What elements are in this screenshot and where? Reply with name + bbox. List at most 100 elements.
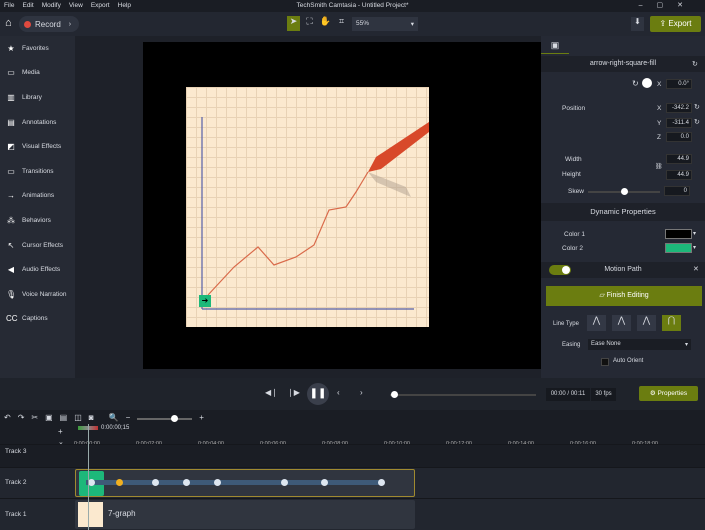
position-x-field[interactable]: -342.2 xyxy=(666,103,692,113)
step-back-icon[interactable]: ◀❘ xyxy=(265,388,278,397)
color1-swatch[interactable] xyxy=(665,229,692,239)
line-type-bezier-icon[interactable]: ⋂ xyxy=(662,315,681,331)
finish-editing-button[interactable]: ▱ Finish Editing xyxy=(546,286,702,306)
easing-label: Easing xyxy=(562,342,581,348)
step-forward-icon[interactable]: ❘▶ xyxy=(287,388,300,397)
keyframe[interactable] xyxy=(152,479,159,486)
line-type-curve-icon[interactable]: ⋀ xyxy=(612,315,631,331)
reset-icon[interactable]: ↻ xyxy=(692,60,698,68)
skew-label: Skew xyxy=(568,188,584,195)
cut-icon[interactable]: ✂ xyxy=(31,413,38,422)
skew-slider-thumb[interactable] xyxy=(621,188,628,195)
zoom-value: 55% xyxy=(356,20,370,27)
sidebar-item-audio-effects[interactable]: ◀ Audio Effects xyxy=(0,257,75,282)
keyframe[interactable] xyxy=(378,479,385,486)
skew-field[interactable]: 0 xyxy=(664,186,690,196)
pan-tool-icon[interactable]: ✋ xyxy=(319,16,332,31)
close-icon[interactable]: ✕ xyxy=(693,265,699,273)
sidebar-item-animations[interactable]: → Animations xyxy=(0,184,75,209)
edit-points-tool-icon[interactable]: ⛶ xyxy=(303,16,316,31)
sidebar-item-visual-effects[interactable]: ◩ Visual Effects xyxy=(0,134,75,159)
keyframe[interactable] xyxy=(321,479,328,486)
color2-swatch[interactable] xyxy=(665,243,692,253)
scrubber-thumb[interactable] xyxy=(391,391,398,398)
select-tool-icon[interactable]: ➤ xyxy=(287,16,300,31)
zoom-out-icon[interactable]: − xyxy=(126,413,131,422)
reset-y-icon[interactable]: ↻ xyxy=(694,118,700,126)
annotations-icon: ▤ xyxy=(7,117,15,127)
lock-aspect-icon[interactable]: ⛓ xyxy=(655,163,663,170)
graph-clip[interactable]: 7-graph xyxy=(75,500,415,529)
captions-icon: CC xyxy=(6,314,18,324)
playhead[interactable] xyxy=(88,424,89,530)
sidebar-item-voice-narration[interactable]: 🎙 Voice Narration xyxy=(0,282,75,307)
download-icon[interactable]: ⬇ xyxy=(631,17,644,31)
height-label: Height xyxy=(562,171,581,178)
visual-properties-tab-icon[interactable]: ▣ xyxy=(541,36,569,54)
redo-icon[interactable]: ↷ xyxy=(18,413,25,422)
sidebar-item-library[interactable]: ▥ Library xyxy=(0,85,75,110)
line-type-options: ⋀ ⋀ ⋀ ⋂ xyxy=(587,315,681,331)
sidebar-item-annotations[interactable]: ▤ Annotations xyxy=(0,110,75,135)
split-icon[interactable]: ◫ xyxy=(74,413,82,422)
arrow-right-square-icon[interactable]: ➔ xyxy=(199,295,211,307)
skew-slider[interactable] xyxy=(588,188,660,195)
snapshot-icon[interactable]: ◙ xyxy=(89,413,94,422)
keyframe[interactable] xyxy=(183,479,190,486)
sidebar-item-transitions[interactable]: ▭ Transitions xyxy=(0,159,75,184)
rotation-field[interactable]: 0.0° xyxy=(666,79,692,89)
next-marker-icon[interactable]: › xyxy=(360,388,363,397)
export-button[interactable]: ⇪ Export xyxy=(650,16,701,32)
auto-orient-label: Auto Orient xyxy=(613,358,644,364)
rotation-dial[interactable] xyxy=(642,78,652,88)
sidebar-item-captions[interactable]: CC Captions xyxy=(0,307,75,332)
position-label: Position xyxy=(562,105,586,112)
properties-button[interactable]: ⚙ Properties xyxy=(639,386,698,401)
timeline-zoom-slider[interactable] xyxy=(137,415,193,422)
sidebar-item-label: Transitions xyxy=(22,167,54,175)
rotation-axis-label: X xyxy=(657,81,662,88)
previous-marker-icon[interactable]: ‹ xyxy=(337,388,340,397)
properties-panel: ▣ arrow-right-square-fill ↻ ↻ X 0.0° Pos… xyxy=(541,36,705,378)
zoom-select[interactable]: 55% ▾ xyxy=(352,17,418,31)
sidebar-item-favorites[interactable]: ★ Favorites xyxy=(0,36,75,61)
home-icon[interactable]: ⌂ xyxy=(5,17,12,29)
copy-icon[interactable]: ▣ xyxy=(45,413,53,422)
sidebar-item-media[interactable]: ▭ Media xyxy=(0,61,75,86)
fps-display: 30 fps xyxy=(591,388,616,401)
reset-x-icon[interactable]: ↻ xyxy=(694,103,700,111)
paste-icon[interactable]: ▤ xyxy=(60,413,68,422)
height-field[interactable]: 44.9 xyxy=(666,170,692,180)
sidebar-item-label: Audio Effects xyxy=(22,266,61,274)
timeline: ↶↷✂▣▤◫◙ 🔍− + + ⌄ 0:00:00;15 0:00:00;000:… xyxy=(0,410,705,530)
crop-tool-icon[interactable]: ⌗ xyxy=(335,16,348,31)
zoom-in-icon[interactable]: + xyxy=(199,413,204,422)
easing-select[interactable]: Ease None ▾ xyxy=(588,339,691,350)
sidebar-item-behaviors[interactable]: ⁂ Behaviors xyxy=(0,208,75,233)
add-track-icon[interactable]: + xyxy=(58,427,63,436)
keyframe[interactable] xyxy=(88,479,95,486)
zoom-icon[interactable]: 🔍 xyxy=(109,413,119,422)
auto-orient-checkbox[interactable] xyxy=(601,358,609,366)
line-type-straight-icon[interactable]: ⋀ xyxy=(587,315,606,331)
sidebar-item-label: Visual Effects xyxy=(22,143,62,151)
sidebar-item-cursor-effects[interactable]: ↖ Cursor Effects xyxy=(0,233,75,258)
finish-editing-icon: ▱ xyxy=(599,292,607,299)
cursor-effects-icon: ↖ xyxy=(7,240,15,250)
keyframe[interactable] xyxy=(214,479,221,486)
motion-clip[interactable] xyxy=(75,469,415,497)
toolbar: ⌂ Record › ➤ ⛶ ✋ ⌗ 55% ▾ ⬇ ⇪ Export xyxy=(0,12,705,36)
keyframe[interactable] xyxy=(116,479,123,486)
canvas-frame[interactable]: ➔ xyxy=(143,42,549,369)
pause-button[interactable]: ❚❚ xyxy=(307,383,329,405)
width-field[interactable]: 44.9 xyxy=(666,154,692,164)
position-y-field[interactable]: -311.4 xyxy=(666,118,692,128)
playback-bar: ◀❘ ❘▶ ❚❚ ‹ › 00:00 / 00:11 30 fps ⚙ Prop… xyxy=(0,378,705,410)
window-controls[interactable]: –▢✕ xyxy=(639,1,697,9)
scrubber[interactable] xyxy=(390,391,536,398)
undo-icon[interactable]: ↶ xyxy=(4,413,11,422)
keyframe[interactable] xyxy=(281,479,288,486)
position-z-field[interactable]: 0.0 xyxy=(666,132,692,142)
line-type-smooth-icon[interactable]: ⋀ xyxy=(637,315,656,331)
record-button[interactable]: Record › xyxy=(19,16,79,32)
